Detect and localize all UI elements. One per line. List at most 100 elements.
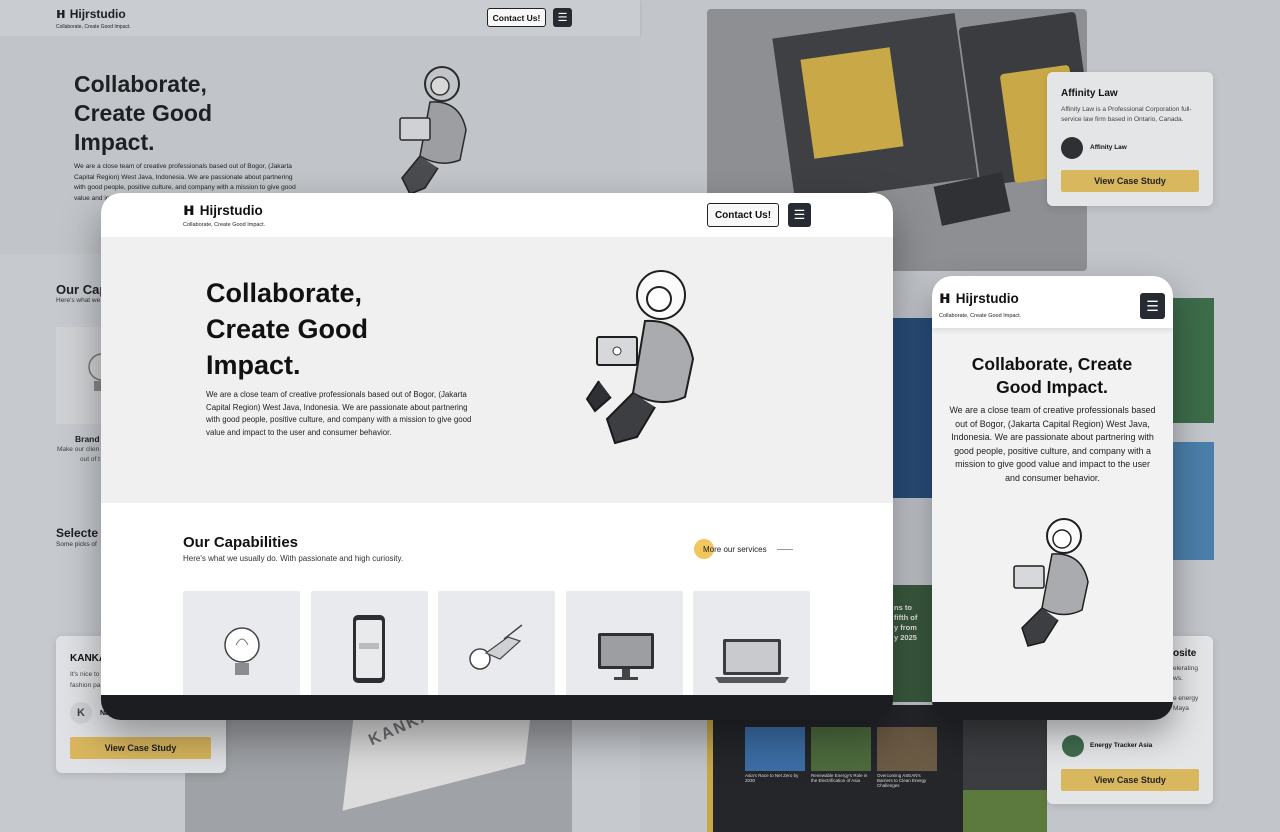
website-preview-stripes (1172, 442, 1214, 560)
desktop-mockup: ʜ Hijrstudio Collaborate, Create Good Im… (101, 193, 893, 720)
view-case-study-button[interactable]: View Case Study (70, 737, 211, 759)
desktop-header: ʜ Hijrstudio Collaborate, Create Good Im… (101, 193, 893, 237)
news-image-solar (745, 727, 805, 771)
affinity-case-card: Affinity Law Affinity Law is a Professio… (1047, 72, 1213, 206)
brand-tagline: Collaborate, Create Good Impact. (183, 222, 266, 228)
client-name: Affinity Law (1090, 144, 1127, 151)
menu-icon[interactable]: ☰ (1140, 293, 1165, 319)
logo-icon: ʜ (56, 6, 66, 22)
case-description: Affinity Law is a Professional Corporati… (1061, 106, 1192, 123)
case-text: fashion pa (70, 682, 101, 689)
case-text: ws. (1173, 675, 1183, 682)
case-title: osite (1173, 648, 1197, 659)
background-capability-card (56, 327, 102, 424)
lightbulb-icon (224, 627, 260, 675)
hero-body: We are a close team of creative professi… (206, 390, 472, 437)
logo[interactable]: ʜ Hijrstudio (939, 288, 1019, 308)
astronaut-illustration (399, 66, 467, 195)
hero-section: Collaborate, Create Good Impact. We are … (101, 237, 893, 503)
contact-button[interactable]: Contact Us! (707, 203, 779, 227)
brand-tagline: Collaborate, Create Good Impact. (56, 24, 131, 30)
mobile-mockup: ʜ Hijrstudio Collaborate, Create Good Im… (932, 276, 1173, 720)
menu-icon[interactable]: ☰ (553, 8, 572, 27)
client-name: Energy Tracker Asia (1090, 742, 1153, 749)
astronaut-drawing-icon (469, 624, 523, 670)
logo-icon: ʜ (183, 200, 195, 220)
brand-tagline: Collaborate, Create Good Impact. (939, 313, 1022, 319)
capability-card[interactable] (311, 591, 428, 695)
more-services-link[interactable]: More our services (703, 545, 767, 554)
kanka-photo: KANKA (185, 658, 572, 832)
magazine-line: y from (894, 623, 917, 632)
folder-gold (800, 47, 904, 159)
background-header: ʜ Hijrstudio Collaborate, Create Good Im… (0, 0, 640, 36)
showcase-stage: ʜ Hijrstudio Collaborate, Create Good Im… (0, 0, 1280, 832)
background-capabilities-subtitle: Here's what we (56, 297, 101, 304)
view-case-study-button[interactable]: View Case Study (1061, 769, 1199, 791)
view-case-study-button[interactable]: View Case Study (1061, 170, 1199, 192)
brand-name: Hijrstudio (955, 290, 1019, 306)
hero-title-line: Collaborate, (74, 71, 207, 97)
logo[interactable]: ʜ Hijrstudio (183, 200, 263, 220)
capability-card[interactable] (693, 591, 810, 695)
background-card-text: out of t (80, 456, 100, 463)
news-image-plants (811, 727, 871, 771)
client-avatar (1061, 137, 1083, 159)
news-headline[interactable]: Asia's Race to Net Zero by 2030 (745, 773, 805, 783)
capabilities-subtitle: Here's what we usually do. With passiona… (183, 554, 404, 563)
more-services-line (777, 549, 793, 550)
case-title: Affinity Law (1061, 88, 1118, 99)
hero-title-line: Create Good (74, 100, 213, 126)
background-capabilities-title: Our Cap (56, 282, 108, 297)
background-hero-title: Collaborate, Create Good Impact. (74, 70, 212, 157)
case-text: It's nice to (70, 671, 100, 678)
monitor-icon (598, 633, 654, 680)
news-section: Asia's Race to Net Zero by 2030 Renewabl… (707, 705, 963, 832)
hero-title-line: Impact. (74, 129, 155, 155)
capability-card[interactable] (183, 591, 300, 695)
magazine-line: ns to (894, 603, 912, 612)
lightbulb-icon (88, 353, 102, 391)
desktop-screen: ʜ Hijrstudio Collaborate, Create Good Im… (101, 193, 893, 695)
contact-button[interactable]: Contact Us! (487, 8, 546, 27)
map-image (963, 790, 1047, 832)
news-image-hands (877, 727, 937, 771)
website-preview-green (1172, 298, 1214, 423)
magazine-preview: ns to fifth of y from y 2025 (892, 585, 934, 702)
magazine-line: fifth of (894, 613, 918, 622)
smartphone-icon (353, 615, 385, 683)
laptop-icon (715, 639, 789, 683)
mobile-hero-body: We are a close team of creative professi… (949, 405, 1156, 483)
hero-title: Collaborate, Create Good Impact. (206, 275, 368, 383)
news-headline[interactable]: Overcoming ASEAN's Barriers to Clean Ene… (877, 773, 937, 788)
logo-icon: ʜ (939, 288, 951, 308)
menu-icon[interactable]: ☰ (788, 203, 811, 227)
astronaut-illustration (1013, 518, 1089, 647)
mobile-hero-title: Collaborate, Create Good Impact. (971, 354, 1133, 397)
background-card-label: Brand (75, 434, 100, 444)
background-selected-title: Selecte (56, 526, 99, 540)
client-avatar (1062, 735, 1084, 757)
capability-card[interactable] (438, 591, 555, 695)
brand-name: Hijrstudio (199, 202, 263, 218)
map-preview (963, 720, 1047, 832)
background-logo: ʜ Hijrstudio (56, 6, 126, 22)
capabilities-title: Our Capabilities (183, 534, 299, 551)
capability-card[interactable] (566, 591, 683, 695)
news-headline[interactable]: Renewable Energy's Role in the Electrifi… (811, 773, 871, 783)
magazine-line: y 2025 (894, 633, 917, 642)
background-selected-subtitle: Some picks of (56, 541, 97, 548)
astronaut-illustration (585, 270, 695, 445)
case-text: Maya (1173, 705, 1189, 712)
case-text: e energy (1173, 695, 1199, 702)
magazine-text: ns to fifth of y from y 2025 (894, 603, 917, 643)
case-text: elerating (1173, 665, 1198, 672)
mobile-screen: ʜ Hijrstudio Collaborate, Create Good Im… (932, 276, 1173, 702)
background-card-text: Make our clien (57, 446, 100, 453)
website-preview-blue (892, 318, 934, 498)
capabilities-section: Our Capabilities Here's what we usually … (101, 503, 893, 695)
mobile-header: ʜ Hijrstudio Collaborate, Create Good Im… (932, 276, 1173, 328)
brand-name: Hijrstudio (69, 7, 126, 21)
hero-title-line: Create Good (206, 314, 369, 344)
hero-title-line: Impact. (206, 350, 301, 380)
